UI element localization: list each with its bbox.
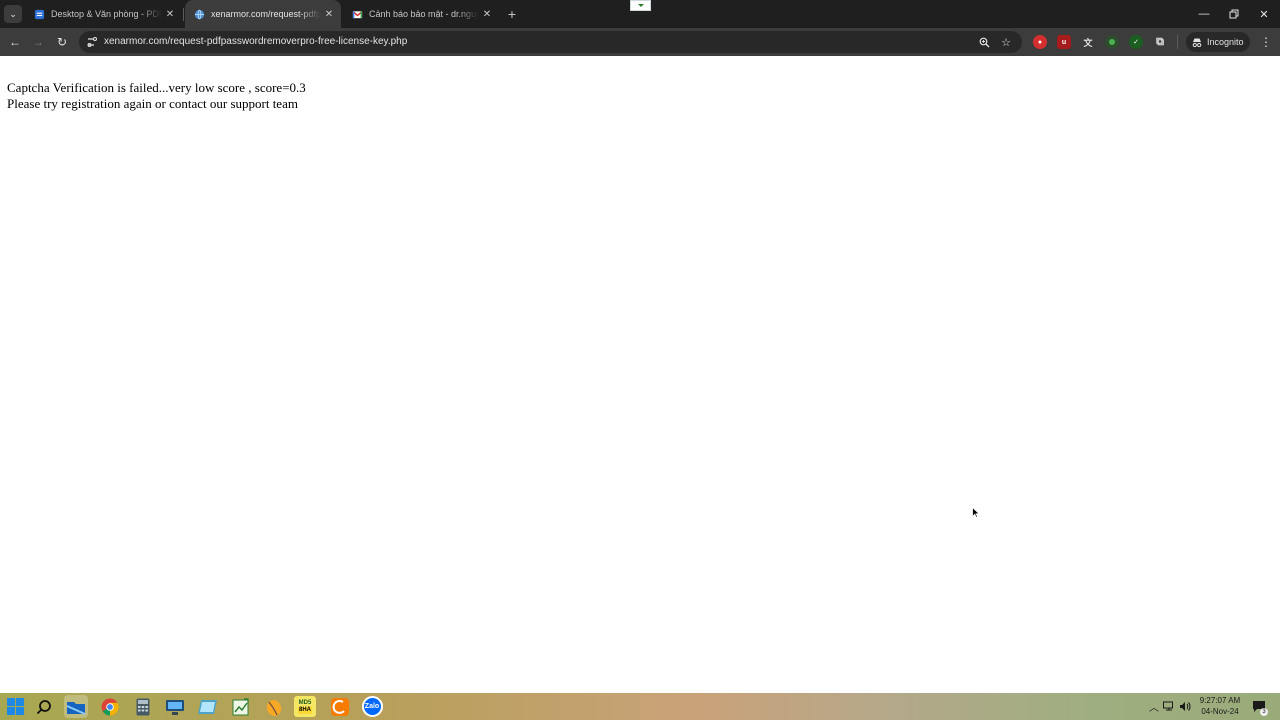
globe-icon [194,9,205,19]
extensions-puzzle-icon[interactable]: ⧉ [1153,35,1167,49]
network-monitor-icon[interactable] [163,695,187,718]
start-icon[interactable] [3,695,27,718]
arrow-left-icon: ← [9,35,21,49]
arrow-right-icon: → [32,35,44,49]
show-hidden-icons-chevron-up-icon[interactable]: ︿ [1148,698,1160,715]
chevron-down-icon: ⌄ [9,8,17,19]
more-vert-icon: ⋮ [1260,35,1272,49]
clock-time: 9:27:07 AM [1199,696,1241,705]
vpn-extension-icon[interactable]: ✓ [1129,35,1143,49]
tab-gmail[interactable]: Cảnh báo bảo mật - dr.nguyen ✕ [343,0,499,28]
new-tab-button[interactable]: + [503,5,521,23]
green-dot-extension-icon[interactable] [1105,35,1119,49]
page-content: Captcha Verification is failed...very lo… [0,58,1280,693]
toolbar-separator [1177,35,1178,49]
tab-pdf-desktop[interactable]: Desktop & Văn phòng - PDF Pa ✕ [25,0,182,28]
browser-toolbar: ← → ↻ xenarmor.com/request-pdfpasswordre… [0,28,1280,56]
restore-button[interactable] [1218,0,1250,28]
plus-icon: + [507,6,517,22]
tab-title: Cảnh báo bảo mật - dr.nguyen [369,9,479,19]
system-clock[interactable]: 9:27:07 AM 04-Nov-24 [1196,695,1244,717]
close-window-button[interactable]: ✕ [1248,0,1280,28]
captcha-failed-text: Captcha Verification is failed...very lo… [7,80,306,95]
blue-doc-icon [34,9,45,19]
translate-extension-icon[interactable]: 文 [1081,35,1095,49]
reload-button[interactable]: ↻ [52,32,72,52]
tab-separator [183,8,184,21]
gmail-icon [352,10,363,18]
chart-app-icon[interactable] [229,695,253,718]
close-icon: ✕ [1259,8,1269,21]
mango-app-icon[interactable] [262,695,286,718]
url-text[interactable]: xenarmor.com/request-pdfpasswordremoverp… [104,36,407,47]
clock-date: 04-Nov-24 [1201,707,1239,716]
notification-center-icon[interactable]: 3 [1250,698,1268,716]
adblock-extension-icon[interactable]: ● [1033,35,1047,49]
search-icon[interactable] [32,695,56,718]
error-message: Captcha Verification is failed...very lo… [7,80,306,111]
back-button[interactable]: ← [5,32,25,52]
md5-tool-icon[interactable]: MD5 8HA [294,696,316,717]
md5-badge-bottom: 8HA [297,706,312,714]
calculator-icon[interactable] [131,695,155,718]
volume-icon[interactable] [1178,698,1192,715]
bookmark-star-icon[interactable]: ☆ [998,34,1014,50]
address-bar[interactable]: xenarmor.com/request-pdfpasswordremoverp… [79,31,1022,53]
incognito-icon [1192,38,1202,47]
zalo-label: Zalo [361,696,383,717]
tab-search-button[interactable]: ⌄ [4,5,22,23]
close-icon[interactable]: ✕ [162,6,178,22]
reload-icon: ↻ [56,35,68,49]
zoom-icon[interactable] [976,34,992,50]
chrome-icon[interactable] [98,695,122,718]
forward-button[interactable]: → [28,32,48,52]
browser-titlebar: ⌄ Desktop & Văn phòng - PDF Pa ✕ xenarmo… [0,0,1280,28]
ublock-extension-icon[interactable]: u [1057,35,1071,49]
md5-badge-top: MD5 [298,699,312,706]
site-settings-icon[interactable] [86,36,98,48]
tab-xenarmor-active[interactable]: xenarmor.com/request-pdfpass ✕ [185,0,341,28]
zalo-icon[interactable]: Zalo [360,695,384,718]
tab-drop-indicator [630,0,651,11]
orange-app-icon[interactable] [328,695,352,718]
retry-instructions-text: Please try registration again or contact… [7,95,298,111]
browser-menu-button[interactable]: ⋮ [1258,33,1274,51]
restore-icon [1229,9,1239,19]
minimize-icon: — [1198,8,1210,20]
close-icon[interactable]: ✕ [479,6,495,22]
profile-label: Incognito [1207,37,1244,47]
minimize-button[interactable]: — [1188,0,1220,28]
windows-taskbar: MD5 8HA Zalo ︿ 9:27:07 AM 04-Nov-24 3 [0,693,1280,720]
tab-title: Desktop & Văn phòng - PDF Pa [51,9,162,19]
tab-title: xenarmor.com/request-pdfpass [211,9,321,19]
file-explorer-icon[interactable] [64,695,88,718]
incognito-indicator[interactable]: Incognito [1186,32,1250,52]
notification-count-badge: 3 [1260,708,1268,716]
image-viewer-icon[interactable] [196,695,220,718]
network-icon[interactable] [1162,698,1176,715]
mouse-cursor-icon [972,507,980,518]
close-icon[interactable]: ✕ [321,6,337,22]
